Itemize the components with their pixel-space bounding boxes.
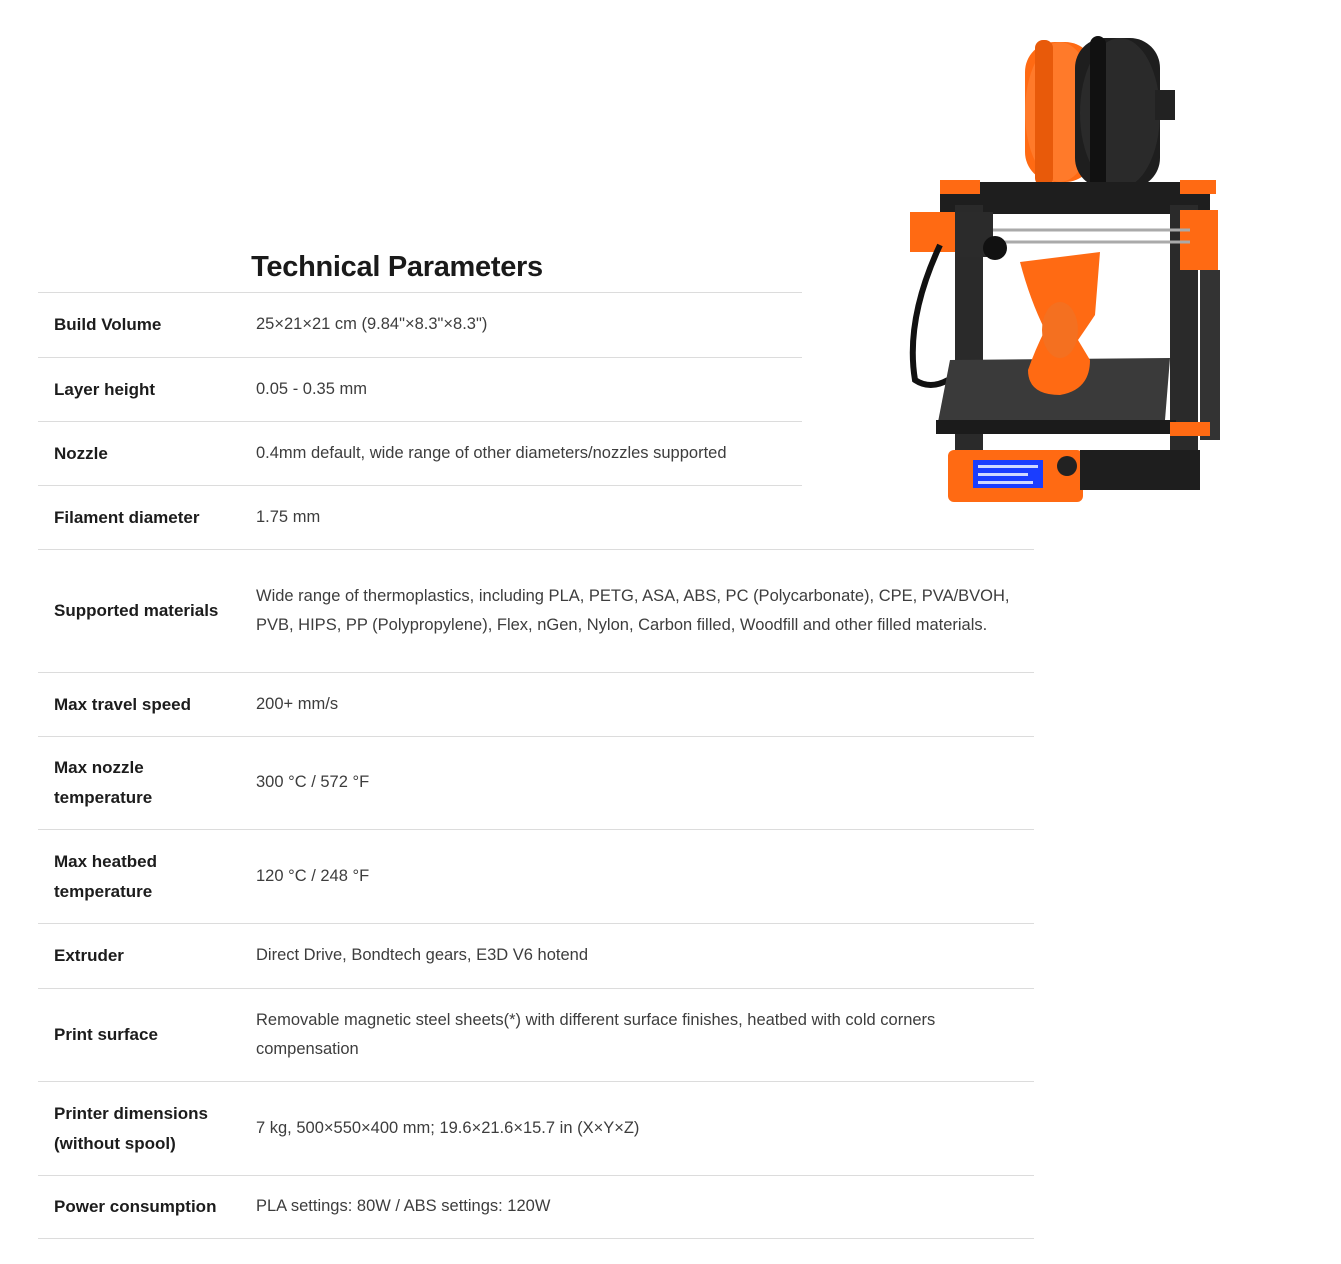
table-row: Extruder Direct Drive, Bondtech gears, E…	[38, 923, 1034, 988]
spec-value: Direct Drive, Bondtech gears, E3D V6 hot…	[256, 946, 589, 965]
table-row: Printer dimensions (without spool) 7 kg,…	[38, 1081, 1034, 1175]
spec-value: 300 °C / 572 °F	[256, 773, 370, 792]
table-row: Max nozzle temperature 300 °C / 572 °F	[38, 736, 1034, 829]
spec-label: Build Volume	[54, 315, 162, 334]
spec-label: Max nozzle temperature	[54, 758, 153, 807]
spec-table: Build Volume 25×21×21 cm (9.84"×8.3"×8.3…	[38, 292, 1034, 1239]
spec-value: 120 °C / 248 °F	[256, 866, 370, 885]
table-row: Power consumption PLA settings: 80W / AB…	[38, 1175, 1034, 1239]
spec-label: Filament diameter	[54, 507, 200, 527]
table-row: Max heatbed temperature 120 °C / 248 °F	[38, 829, 1034, 923]
spec-value: 0.4mm default, wide range of other diame…	[256, 443, 727, 462]
spec-label: Extruder	[54, 946, 124, 965]
spec-value: 25×21×21 cm (9.84"×8.3"×8.3")	[256, 315, 488, 334]
filament-spool-black	[1075, 36, 1175, 191]
page-title: Technical Parameters	[251, 251, 543, 284]
spec-label: Nozzle	[54, 443, 108, 463]
spec-value: 0.05 - 0.35 mm	[256, 379, 367, 398]
spec-value: 1.75 mm	[256, 507, 321, 526]
spec-value: PLA settings: 80W / ABS settings: 120W	[256, 1197, 551, 1216]
printer-illustration	[909, 36, 1220, 502]
spec-value: Removable magnetic steel sheets(*) with …	[256, 1010, 936, 1059]
table-row: Max travel speed 200+ mm/s	[38, 672, 1034, 736]
spec-label: Max travel speed	[54, 694, 192, 714]
spec-label: Layer height	[54, 379, 156, 399]
spec-label: Supported materials	[54, 601, 219, 620]
spec-value: Wide range of thermoplastics, including …	[256, 586, 1010, 635]
spec-label: Print surface	[54, 1025, 158, 1044]
table-row: Nozzle 0.4mm default, wide range of othe…	[38, 421, 802, 485]
table-row: Build Volume 25×21×21 cm (9.84"×8.3"×8.3…	[38, 292, 802, 357]
table-row: Print surface Removable magnetic steel s…	[38, 988, 1034, 1081]
spec-label: Power consumption	[54, 1197, 217, 1216]
lcd-control-panel	[948, 450, 1200, 502]
printed-bust	[1020, 252, 1100, 395]
spec-value: 200+ mm/s	[256, 694, 339, 713]
table-row: Layer height 0.05 - 0.35 mm	[38, 357, 802, 421]
table-row: Filament diameter 1.75 mm	[38, 485, 802, 549]
table-row: Supported materials Wide range of thermo…	[38, 549, 1034, 672]
spec-label: Max heatbed temperature	[54, 851, 157, 901]
spec-value: 7 kg, 500×550×400 mm; 19.6×21.6×15.7 in …	[256, 1118, 640, 1137]
spec-label: Printer dimensions (without spool)	[54, 1103, 208, 1153]
